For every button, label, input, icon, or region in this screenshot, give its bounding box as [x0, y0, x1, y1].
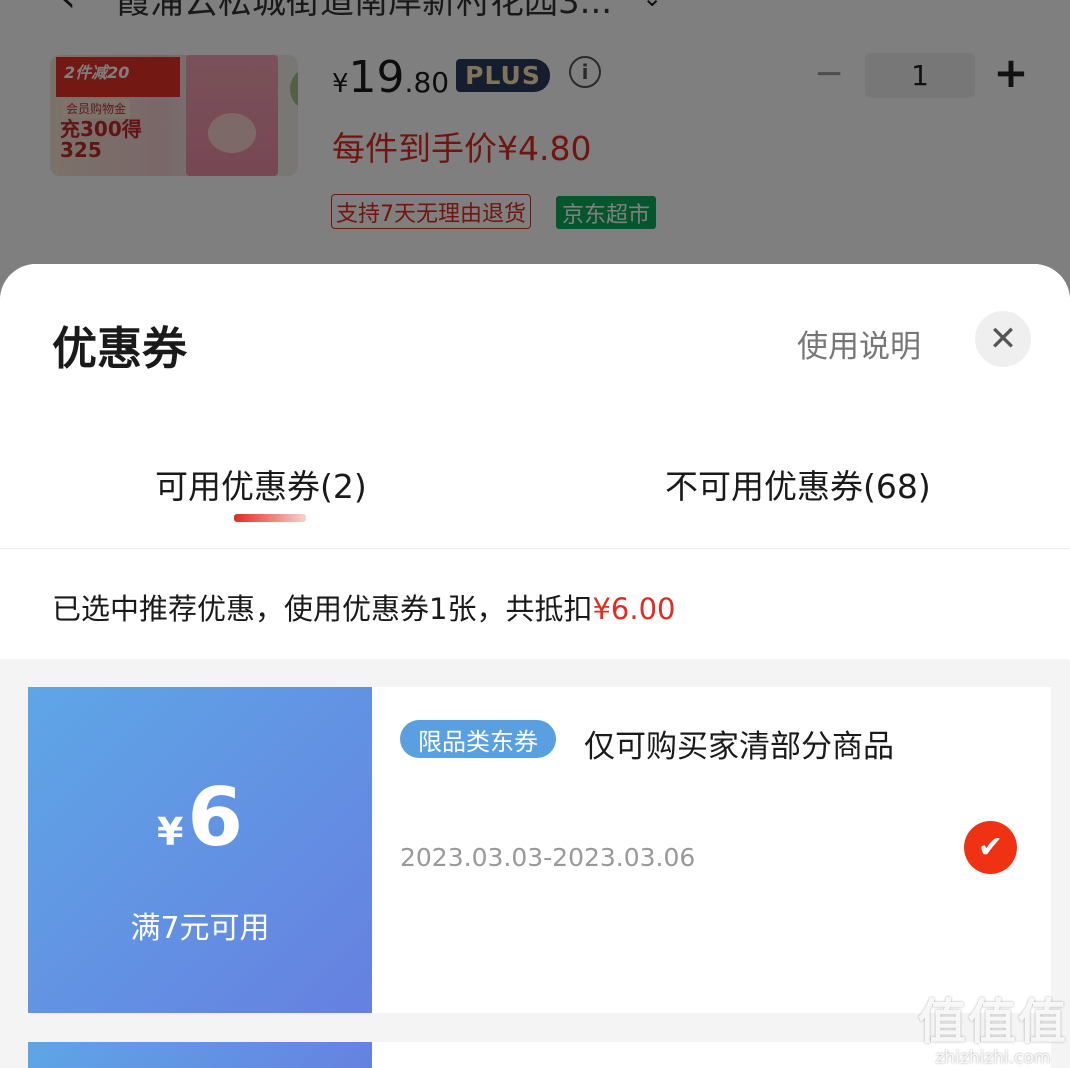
sheet-title: 优惠券 [52, 322, 188, 375]
checkmark-icon[interactable]: ✔ [964, 821, 1017, 874]
usage-instructions-link[interactable]: 使用说明 [797, 321, 921, 366]
coupon-sheet: 优惠券 使用说明 ✕ 可用优惠券(2) 不可用优惠券(68) 已选中推荐优惠，使… [0, 264, 1070, 1068]
modal-overlay[interactable] [0, 0, 1070, 290]
coupon-validity: 2023.03.03-2023.03.06 [400, 843, 696, 872]
close-icon: ✕ [988, 319, 1018, 359]
sheet-header: 优惠券 使用说明 ✕ 可用优惠券(2) 不可用优惠券(68) 已选中推荐优惠，使… [0, 264, 1070, 659]
coupon-type-badge: 限品类东券 [400, 720, 556, 758]
close-button[interactable]: ✕ [975, 311, 1031, 367]
divider [0, 548, 1070, 549]
summary-text: 已选中推荐优惠，使用优惠券1张，共抵扣 [52, 592, 593, 626]
coupon-condition: 满7元可用 [130, 911, 270, 946]
coupon-value-panel: ¥ 6 满7元可用 [21, 687, 372, 1013]
watermark-logo: 值值值 zhizhizhi.com [918, 994, 1069, 1068]
coupon-value: ¥ 6 [156, 771, 244, 864]
selection-summary: 已选中推荐优惠，使用优惠券1张，共抵扣¥6.00 [52, 586, 675, 628]
coupon-card[interactable] [28, 1042, 1051, 1068]
coupon-value-panel [28, 1042, 372, 1068]
coupon-description: 仅可购买家清部分商品 [584, 729, 894, 765]
tab-unavailable-coupons[interactable]: 不可用优惠券(68) [665, 460, 931, 508]
coupon-card[interactable]: ¥ 6 满7元可用 限品类东券 仅可购买家清部分商品 2023.03.03-20… [21, 687, 1051, 1013]
tab-available-coupons[interactable]: 可用优惠券(2) [155, 460, 367, 508]
active-tab-indicator [234, 514, 306, 522]
summary-amount: ¥6.00 [592, 592, 676, 626]
